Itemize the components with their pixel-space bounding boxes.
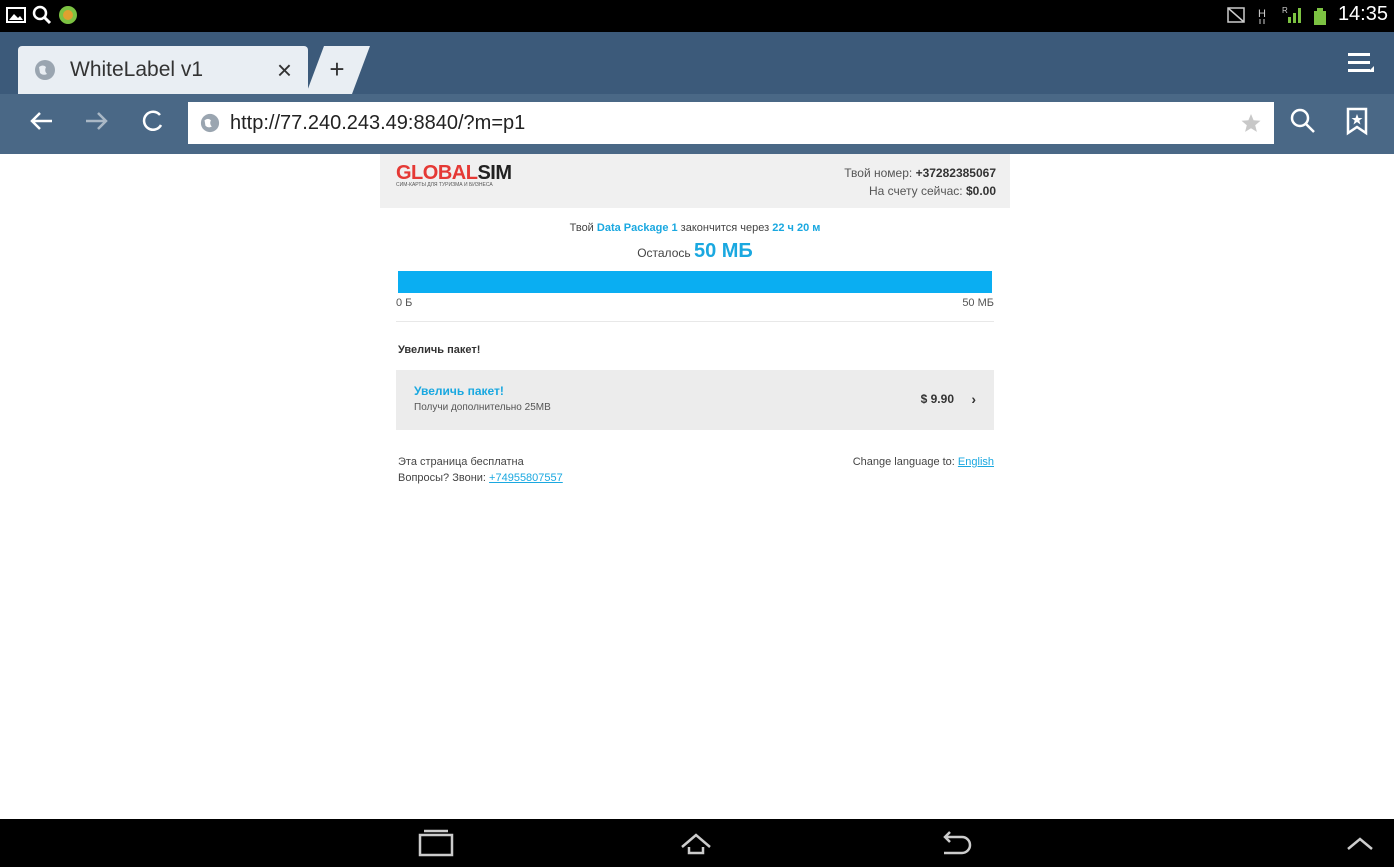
plus-icon: +	[329, 54, 344, 84]
tab-title: WhiteLabel v1	[70, 58, 204, 81]
remaining-data: Осталось 50 МБ	[637, 240, 753, 262]
offer-price: $ 9.90	[920, 392, 954, 406]
scale-min: 0 Б	[396, 297, 413, 309]
site-globe-icon	[200, 113, 220, 133]
no-sim-icon	[1227, 6, 1245, 23]
refresh-icon[interactable]	[138, 106, 168, 136]
balance-label: На счету сейчас:	[868, 184, 963, 198]
page-header: GLOBALSIM СИМ-КАРТЫ ДЛЯ ТУРИЗМА И БИЗНЕС…	[380, 154, 1010, 208]
offer-description: Получи дополнительно 25МВ	[414, 402, 551, 413]
phone-number: +37282385067	[915, 166, 996, 180]
battery-icon	[1313, 7, 1326, 25]
bookmark-star-icon[interactable]	[1240, 112, 1262, 134]
status-bar: H R 14:35	[0, 0, 1394, 32]
scale-max: 50 МБ	[962, 297, 994, 309]
balance-value: $0.00	[965, 184, 996, 198]
package-expiry: Твой Data Package 1 закончится через 22 …	[569, 222, 821, 234]
recent-apps-icon[interactable]	[416, 829, 456, 857]
gallery-icon	[6, 7, 26, 23]
remaining-value: 50 МБ	[693, 240, 753, 262]
upgrade-offer[interactable]: Увеличь пакет! Получи дополнительно 25МВ…	[396, 370, 994, 430]
offer-name: Увеличь пакет!	[414, 384, 504, 398]
network-h-icon: H	[1258, 8, 1266, 24]
back-arrow-icon[interactable]	[26, 106, 56, 136]
page-footer: Эта страница бесплатна Вопросы? Звони: +…	[398, 456, 994, 484]
browser-toolbar: http://77.240.243.49:8840/?m=p1	[0, 94, 1394, 154]
url-text[interactable]: http://77.240.243.49:8840/?m=p1	[230, 112, 1240, 135]
upgrade-section-title: Увеличь пакет!	[398, 344, 481, 356]
menu-icon[interactable]	[1348, 50, 1374, 76]
tab-strip: WhiteLabel v1 × +	[0, 32, 1394, 94]
clock: 14:35	[1337, 3, 1388, 25]
back-icon[interactable]	[936, 829, 976, 857]
app-notification-icon	[59, 6, 77, 24]
svg-text:H: H	[1258, 8, 1266, 20]
home-icon[interactable]	[676, 829, 716, 857]
support-phone-link[interactable]: +74955807557	[489, 472, 563, 484]
globe-icon	[35, 60, 55, 80]
data-usage-bar	[398, 271, 992, 293]
navigation-bar	[0, 819, 1394, 867]
data-usage-fill	[398, 271, 992, 293]
signal-roaming-icon: R	[1282, 6, 1301, 23]
address-bar[interactable]: http://77.240.243.49:8840/?m=p1	[188, 102, 1274, 144]
divider	[396, 321, 994, 322]
chevron-up-icon[interactable]	[1340, 829, 1380, 857]
account-info: Твой номер: +37282385067 На счету сейчас…	[844, 164, 996, 200]
globalsim-logo: GLOBALSIM СИМ-КАРТЫ ДЛЯ ТУРИЗМА И БИЗНЕС…	[396, 162, 512, 188]
free-page-text: Эта страница бесплатна	[398, 456, 524, 468]
number-label: Твой номер:	[844, 166, 913, 180]
search-notification-icon	[32, 5, 52, 25]
language-link[interactable]: English	[958, 456, 994, 468]
web-page: GLOBALSIM СИМ-КАРТЫ ДЛЯ ТУРИЗМА И БИЗНЕС…	[380, 154, 1010, 486]
browser-tab[interactable]: WhiteLabel v1 ×	[18, 46, 308, 94]
svg-text:R: R	[1282, 6, 1288, 15]
search-icon[interactable]	[1288, 106, 1318, 136]
usage-scale: 0 Б 50 МБ	[396, 297, 994, 309]
bookmarks-icon[interactable]	[1342, 106, 1372, 136]
chevron-right-icon: ›	[971, 391, 976, 407]
package-name: Data Package 1	[596, 222, 678, 234]
new-tab-button[interactable]: +	[306, 46, 370, 94]
forward-arrow-icon[interactable]	[82, 106, 112, 136]
close-tab-icon[interactable]: ×	[277, 55, 292, 86]
time-left: 22 ч 20 м	[772, 222, 821, 234]
